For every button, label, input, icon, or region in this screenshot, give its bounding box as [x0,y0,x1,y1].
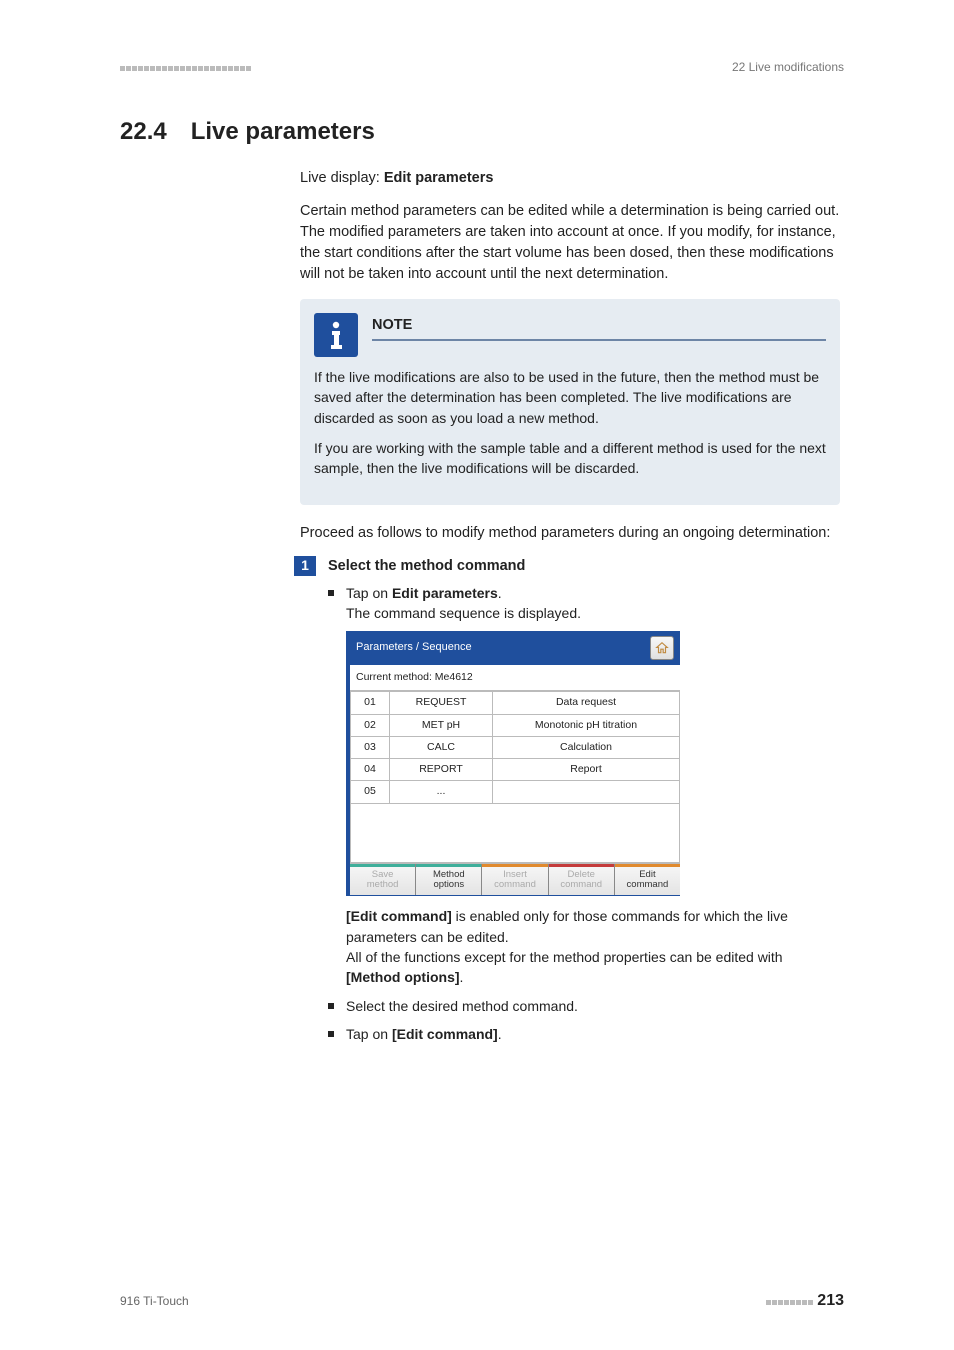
row-command: MET pH [390,714,493,736]
step-bullet-3: Tap on [Edit command]. [328,1024,840,1044]
note-header: NOTE [314,313,826,357]
header-decoration [120,60,252,74]
after-shot-bold: [Edit command] [346,908,452,924]
method-options-button[interactable]: Methodoptions [416,864,482,896]
body-column: Live display: Edit parameters Certain me… [300,168,840,1044]
btn-line2: command [494,879,536,890]
bullet1-pre: Tap on [346,585,392,601]
intro-paragraph: Certain method parameters can be edited … [300,201,840,285]
table-row[interactable]: 03 CALC Calculation [351,736,680,758]
edit-command-button[interactable]: Editcommand [615,864,680,896]
home-button[interactable] [650,636,674,660]
table-empty-space [351,803,680,862]
section-title-text: Live parameters [191,118,375,145]
table-row[interactable]: 01 REQUEST Data request [351,692,680,714]
live-display-value: Edit parameters [384,170,494,186]
row-desc [493,781,680,803]
row-index: 04 [351,759,390,781]
footer-decoration [766,1294,817,1308]
header-section-label: 22 Live modifications [732,60,844,74]
section-heading: 22.4 Live parameters [120,118,844,146]
bullet3-post: . [498,1026,502,1042]
note-paragraph-2: If you are working with the sample table… [314,438,826,479]
step-title: Select the method command [328,556,525,577]
row-index: 03 [351,736,390,758]
btn-line2: command [627,879,669,890]
page-number: 213 [817,1292,844,1309]
btn-line2: command [560,879,602,890]
table-row[interactable]: 05 ... [351,781,680,803]
note-title: NOTE [372,315,826,341]
step-bullet-2: Select the desired method command. [328,996,840,1016]
after-shot-p2b: [Method options] [346,969,460,985]
ui-button-row: Savemethod Methodoptions Insertcommand [350,863,680,896]
bullet3-bold: [Edit command] [392,1026,498,1042]
page: 22 Live modifications 22.4 Live parameter… [0,0,954,1350]
after-shot-p2a: All of the functions except for the meth… [346,949,783,965]
ui-titlebar: Parameters / Sequence [350,631,680,665]
row-index: 05 [351,781,390,803]
live-display-line: Live display: Edit parameters [300,168,840,189]
note-box: NOTE If the live modifications are also … [300,299,840,504]
row-index: 01 [351,692,390,714]
after-shot-p2c: . [460,969,464,985]
delete-command-button[interactable]: Deletecommand [549,864,615,896]
btn-line1: Insert [503,869,527,880]
row-desc: Data request [493,692,680,714]
save-method-button[interactable]: Savemethod [350,864,416,896]
step-number: 1 [294,556,316,576]
btn-line2: method [367,879,399,890]
row-desc: Calculation [493,736,680,758]
table-row[interactable]: 02 MET pH Monotonic pH titration [351,714,680,736]
insert-command-button[interactable]: Insertcommand [482,864,548,896]
step-bullet-1: Tap on Edit parameters. The command sequ… [328,583,840,988]
page-footer: 916 Ti-Touch 213 [120,1292,844,1310]
bullet1-post: . [498,585,502,601]
table-row[interactable]: 04 REPORT Report [351,759,680,781]
row-command: REQUEST [390,692,493,714]
btn-line1: Edit [639,869,655,880]
row-command: REPORT [390,759,493,781]
btn-line1: Save [372,869,394,880]
bullet1-line2: The command sequence is displayed. [346,605,581,621]
row-desc: Monotonic pH titration [493,714,680,736]
footer-product: 916 Ti-Touch [120,1294,189,1308]
info-icon [314,313,358,357]
page-header: 22 Live modifications [120,60,844,74]
note-paragraph-1: If the live modifications are also to be… [314,367,826,428]
ui-subtitle: Current method: Me4612 [350,665,680,691]
btn-line2: options [433,879,464,890]
live-display-prefix: Live display: [300,170,384,186]
btn-line1: Method [433,869,465,880]
proceed-paragraph: Proceed as follows to modify method para… [300,523,840,544]
step-1: 1 Select the method command Tap on Edit … [300,556,840,1045]
section-number: 22.4 [120,118,167,146]
bullet1-bold: Edit parameters [392,585,498,601]
btn-line1: Delete [567,869,594,880]
row-desc: Report [493,759,680,781]
row-index: 02 [351,714,390,736]
sequence-table: 01 REQUEST Data request 02 MET pH Monoto… [350,691,680,862]
bullet3-pre: Tap on [346,1026,392,1042]
row-command: CALC [390,736,493,758]
ui-title: Parameters / Sequence [356,640,472,656]
ui-screenshot: Parameters / Sequence Current method: Me… [346,631,680,896]
row-command: ... [390,781,493,803]
